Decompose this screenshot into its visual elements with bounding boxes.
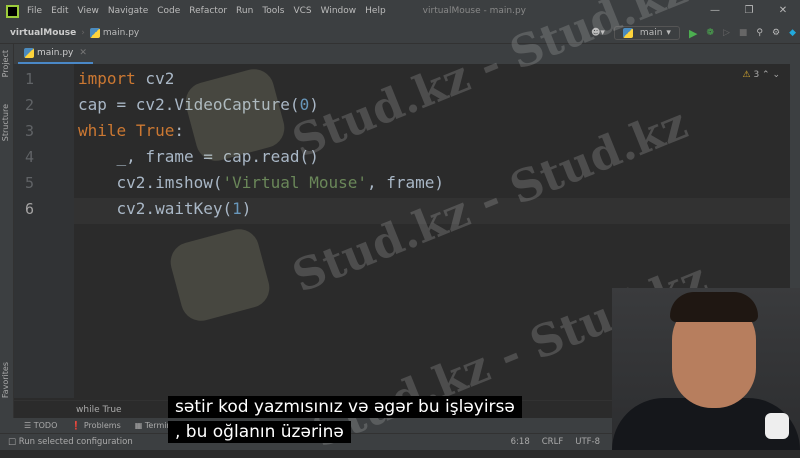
breadcrumb-separator-icon: › [81,27,85,38]
menu-tools[interactable]: Tools [262,6,284,16]
subtitle-line: , bu oğlanın üzərinə [168,421,351,443]
restore-icon[interactable]: ❐ [732,0,766,22]
left-tool-stripe: Project Structure Favorites [0,44,14,418]
gear-icon[interactable]: ⚙ [772,28,780,38]
code-line[interactable]: import cv2 [78,69,174,88]
string: 'Virtual Mouse' [222,173,368,192]
stop-icon[interactable]: ■ [739,28,748,38]
run-configuration-select[interactable]: main ▾ [613,26,680,40]
code-text: cv2.waitKey( [78,199,233,218]
keyword: while [78,121,127,140]
code-with-me-icon[interactable]: ◆ [789,28,796,38]
line-number: 3 [24,122,34,140]
window-title: virtualMouse - main.py [422,6,527,16]
menu-view[interactable]: View [78,6,99,16]
navigation-bar: virtualMouse › main.py ☻▾ main ▾ ▶ ❁ ▷ ■ … [0,22,800,44]
code-line[interactable]: while True: [78,121,184,140]
coverage-icon[interactable]: ▷ [723,28,730,38]
todo-tool-button[interactable]: ☰ TODO [24,421,57,430]
warning-count: 3 [753,70,760,80]
inspection-widget[interactable]: ⚠ 3 ⌃ ⌄ [743,70,781,80]
code-text: ) [309,95,319,114]
code-line[interactable]: cv2.waitKey(1) [78,199,252,218]
user-icon[interactable]: ☻▾ [591,28,605,38]
number: 0 [299,95,310,114]
menu-help[interactable]: Help [365,6,386,16]
menu-edit[interactable]: Edit [51,6,68,16]
breadcrumb-file[interactable]: main.py [103,28,139,38]
menu-file[interactable]: File [27,6,42,16]
menu-bar: File Edit View Navigate Code Refactor Run Tools… [27,6,395,16]
code-text: cv2 [135,69,175,88]
menu-vcs[interactable]: VCS [293,6,311,16]
menu-window[interactable]: Window [321,6,357,16]
status-message: Run selected configuration [18,437,133,447]
editor-tabs: main.py ✕ [14,44,790,64]
minimize-icon[interactable]: — [698,0,732,22]
warning-icon: ⚠ [742,70,751,80]
chevron-down-icon: ▾ [666,28,671,38]
menu-code[interactable]: Code [157,6,180,16]
status-icon: □ [8,437,19,447]
project-tool-button[interactable]: Project [1,50,10,77]
line-number: 6 [24,200,34,218]
python-icon [622,28,633,38]
run-config-label: main [639,28,663,38]
line-separator[interactable]: CRLF [542,437,563,447]
tab-main-py[interactable]: main.py ✕ [18,44,93,64]
title-bar: File Edit View Navigate Code Refactor Run Tools… [0,0,800,22]
debug-icon[interactable]: ❁ [706,28,714,38]
line-number: 1 [24,70,34,88]
search-icon[interactable]: ⚲ [756,28,763,38]
line-gutter [14,64,74,398]
python-file-icon [89,27,100,38]
problems-tool-button[interactable]: ❗ Problems [71,421,120,430]
python-file-icon [24,48,34,58]
keyword: True [135,121,175,140]
code-text: , frame) [367,173,445,192]
tab-label: main.py [37,48,74,58]
problems-label: Problems [83,421,121,430]
caret-position[interactable]: 6:18 [511,437,530,447]
close-tab-icon[interactable]: ✕ [79,48,87,58]
code-text: : [174,121,184,140]
close-icon[interactable]: ✕ [766,0,800,22]
subtitle-line: sətir kod yazmısınız və əgər bu işləyirs… [168,396,522,418]
structure-tool-button[interactable]: Structure [1,104,10,141]
keyword: import [78,69,136,88]
number: 1 [232,199,242,218]
code-text: cv2.imshow( [78,173,223,192]
watermark-logo [166,224,274,326]
menu-refactor[interactable]: Refactor [189,6,227,16]
code-line[interactable]: cv2.imshow('Virtual Mouse', frame) [78,173,445,192]
todo-label: TODO [33,421,58,430]
run-icon[interactable]: ▶ [689,27,697,40]
line-number: 4 [24,148,34,166]
menu-run[interactable]: Run [236,6,253,16]
pycharm-logo-icon [6,4,19,18]
breadcrumb-project[interactable]: virtualMouse [10,28,76,38]
code-text: ) [241,199,252,218]
line-number: 5 [24,174,34,192]
line-number: 2 [24,96,34,114]
person-hair [670,292,758,322]
file-encoding[interactable]: UTF-8 [575,437,600,447]
menu-navigate[interactable]: Navigate [108,6,148,16]
favorites-tool-button[interactable]: Favorites [1,362,10,398]
app-icon[interactable] [765,413,789,439]
